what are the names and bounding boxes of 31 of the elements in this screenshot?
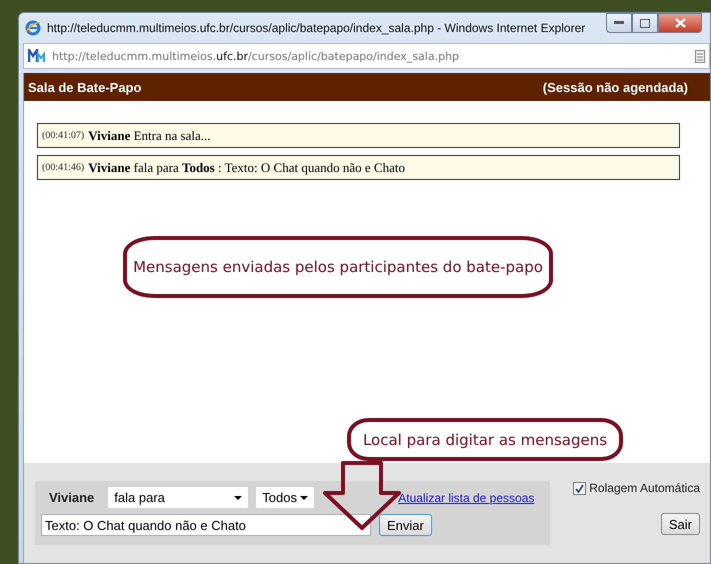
window-title: http://teleducmm.multimeios.ufc.br/cursos/aplic/batepapo/index_sala.php - Windows Internet Explorer xyxy=(47,21,586,35)
exit-button[interactable]: Sair xyxy=(660,513,700,535)
message-input[interactable]: Texto: O Chat quando não e Chato xyxy=(41,514,371,536)
mode-select[interactable]: fala para xyxy=(108,487,248,508)
message-text: Viviane fala para Todos : Texto: O Chat quando não e Chato xyxy=(88,160,405,176)
annotation-callout: Mensagens enviadas pelos participantes do bate-papo xyxy=(123,236,553,298)
site-logo-icon xyxy=(28,49,46,63)
page-url: http://teleducmm.multimeios.ufc.br/cursos/aplic/batepapo/index_sala.php xyxy=(52,50,460,62)
message-time: (00:41:07) xyxy=(42,130,84,141)
auto-scroll-checkbox[interactable]: Rolagem Automática xyxy=(573,481,700,495)
browser-logo-icon xyxy=(25,20,41,36)
close-button[interactable] xyxy=(658,13,702,33)
page-icon xyxy=(695,50,705,62)
message-time: (00:41:46) xyxy=(42,162,84,173)
maximize-icon xyxy=(640,18,650,28)
room-title: Sala de Bate-Papo xyxy=(28,80,142,94)
caret-icon xyxy=(300,496,308,500)
address-bar[interactable]: http://teleducmm.multimeios.ufc.br/cursos/aplic/batepapo/index_sala.php xyxy=(23,43,710,69)
minimize-button[interactable] xyxy=(606,13,632,33)
check-icon xyxy=(575,484,584,492)
message-text: Viviane Entra na sala... xyxy=(88,128,210,144)
session-status: (Sessão não agendada) xyxy=(542,80,688,94)
send-button[interactable]: Enviar xyxy=(379,514,432,536)
maximize-button[interactable] xyxy=(632,13,658,33)
recipient-select[interactable]: Todos xyxy=(256,487,314,508)
close-icon xyxy=(674,18,686,28)
sender-name: Viviane xyxy=(48,490,96,505)
minimize-icon xyxy=(614,21,624,25)
caret-icon xyxy=(234,496,242,500)
refresh-people-link[interactable]: Atualizar lista de pessoas xyxy=(398,490,534,504)
annotation-callout: Local para digitar as mensagens xyxy=(347,418,623,461)
